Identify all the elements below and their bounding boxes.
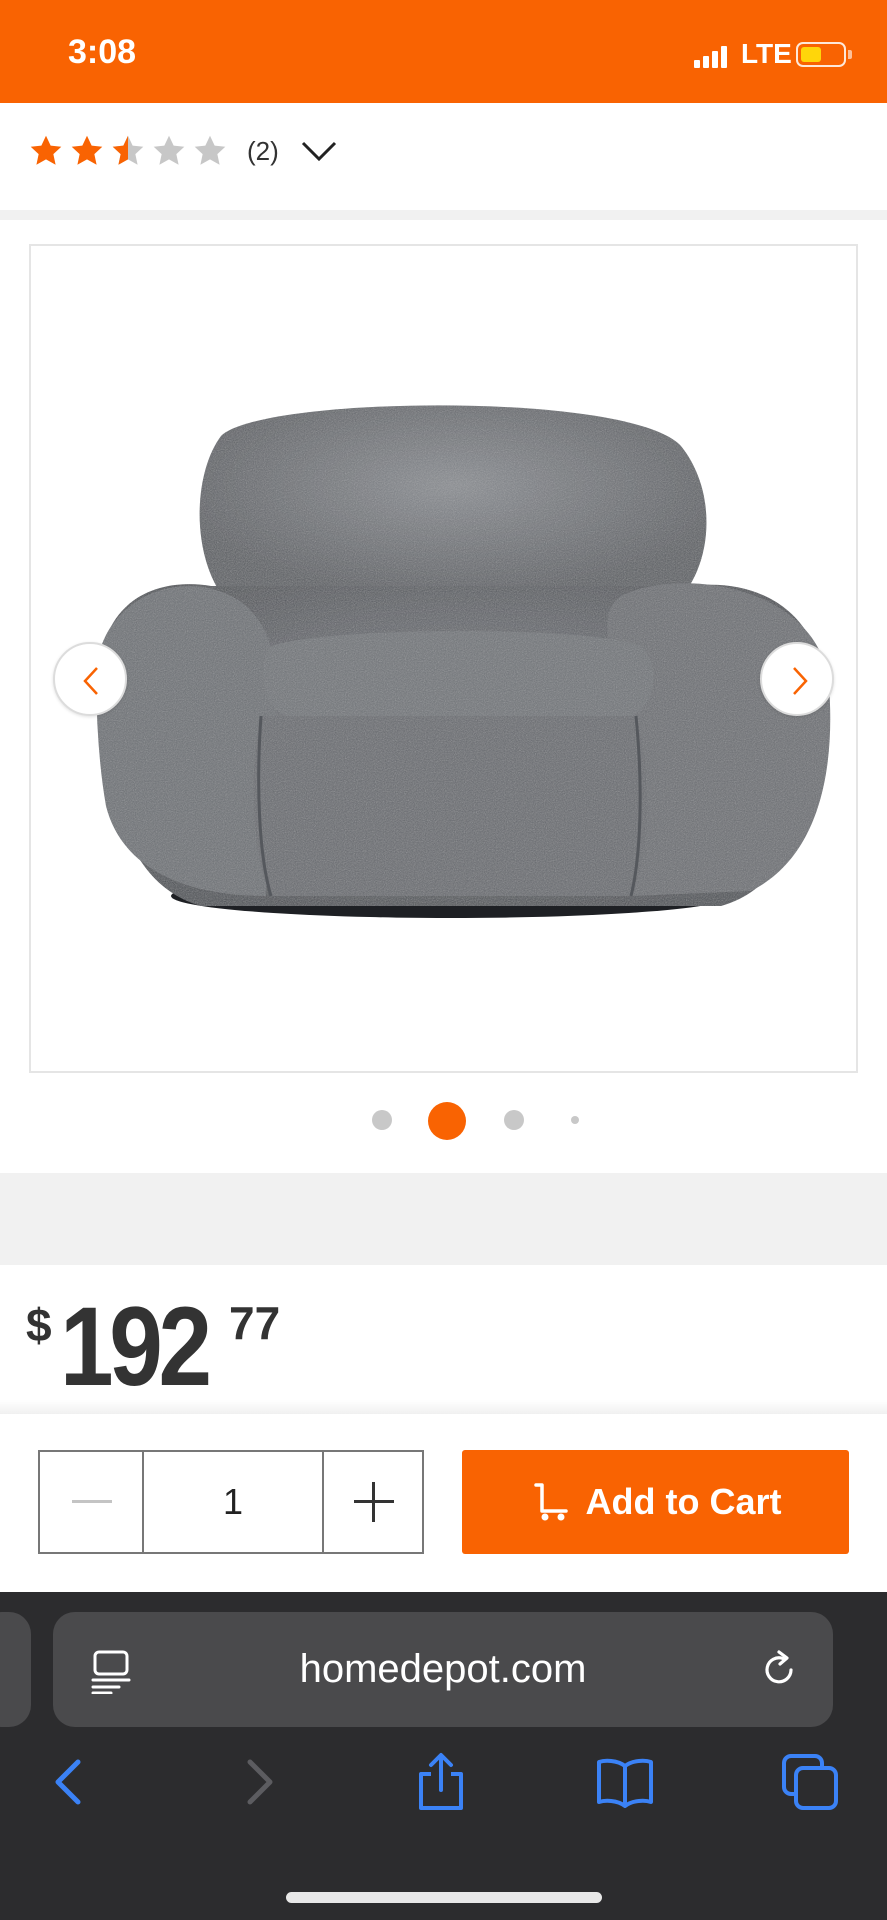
network-label: LTE	[741, 38, 792, 69]
carousel-dot[interactable]	[571, 1116, 579, 1124]
forward-icon[interactable]	[228, 1752, 288, 1812]
tabs-icon[interactable]	[780, 1752, 840, 1812]
address-bar[interactable]: homedepot.com	[53, 1612, 833, 1727]
battery-nub	[848, 50, 852, 59]
rating-summary[interactable]: (2)	[28, 130, 339, 172]
star-full-icon	[30, 135, 62, 165]
chevron-down-icon[interactable]	[299, 137, 339, 165]
url-text[interactable]: homedepot.com	[53, 1612, 833, 1727]
review-count[interactable]: (2)	[247, 136, 279, 167]
section-divider	[0, 1173, 887, 1265]
add-to-cart-label: Add to Cart	[585, 1481, 782, 1522]
signal-icon	[694, 44, 730, 68]
bean-bag-chair-image	[95, 405, 831, 918]
chevron-right-icon	[793, 667, 808, 695]
battery-icon	[796, 42, 846, 67]
carousel-prev-button[interactable]	[53, 642, 127, 716]
cart-dolly-icon	[533, 1483, 568, 1521]
price-cents: 77	[229, 1297, 281, 1349]
add-to-cart-button[interactable]: Add to Cart	[462, 1450, 849, 1554]
product-page: 3:08 LTE (2) $ 192 77 1 Add to Cart home…	[0, 0, 887, 1920]
carousel-dot-active[interactable]	[428, 1102, 466, 1140]
back-icon[interactable]	[40, 1752, 100, 1812]
previous-tab-peek[interactable]	[0, 1612, 31, 1727]
star-empty-icon	[194, 135, 226, 165]
quantity-input[interactable]: 1	[142, 1452, 324, 1552]
share-icon[interactable]	[411, 1752, 471, 1812]
section-divider	[0, 210, 887, 220]
carousel-dots	[0, 1100, 887, 1140]
reload-icon[interactable]	[757, 1648, 801, 1692]
status-time: 3:08	[68, 33, 137, 71]
product-image[interactable]	[29, 244, 858, 1073]
star-full-icon	[71, 135, 103, 165]
carousel-next-button[interactable]	[760, 642, 834, 716]
browser-toolbar: homedepot.com	[0, 1592, 887, 1920]
star-empty-icon	[153, 135, 185, 165]
price-currency: $	[26, 1299, 52, 1351]
quantity-stepper: 1	[38, 1450, 424, 1554]
carousel-dot[interactable]	[504, 1110, 524, 1130]
bookmarks-icon[interactable]	[595, 1752, 655, 1812]
chevron-left-icon	[83, 667, 98, 695]
price-dollars: 192	[60, 1284, 212, 1409]
image-carousel	[0, 220, 887, 1173]
carousel-dot[interactable]	[372, 1110, 392, 1130]
sticky-bar-shadow	[0, 1400, 887, 1414]
add-to-cart-bar: 1 Add to Cart	[0, 1414, 887, 1592]
minus-icon	[72, 1500, 112, 1503]
quantity-increment-button[interactable]	[324, 1452, 424, 1552]
star-half-icon	[112, 135, 144, 165]
home-indicator[interactable]	[286, 1892, 602, 1903]
quantity-decrement-button[interactable]	[40, 1452, 142, 1552]
status-bar: 3:08 LTE	[0, 0, 887, 103]
